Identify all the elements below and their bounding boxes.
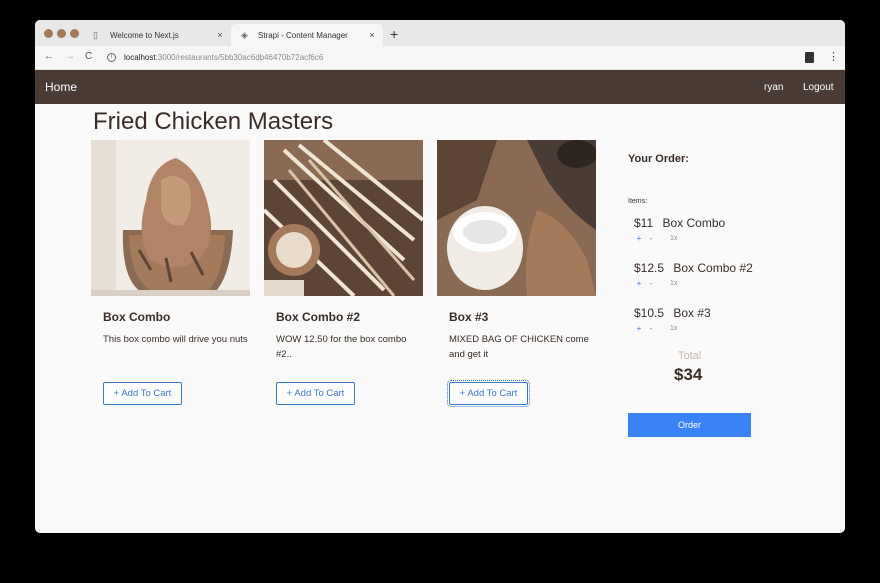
add-to-cart-button[interactable]: + Add To Cart bbox=[103, 382, 182, 405]
dish-name: Box #3 bbox=[449, 310, 489, 324]
dish-description: WOW 12.50 for the box combo #2.. bbox=[276, 334, 407, 360]
item-name: Box #3 bbox=[673, 306, 711, 320]
add-to-cart-button[interactable]: + Add To Cart bbox=[276, 382, 355, 405]
decrease-quantity-button[interactable]: - bbox=[646, 279, 656, 288]
logout-link[interactable]: Logout bbox=[803, 82, 834, 93]
document-icon: ▯ bbox=[93, 29, 98, 40]
dish-card: Box Combo This box combo will drive you … bbox=[91, 140, 250, 405]
order-item: $12.5 Box Combo #2 + - 1x bbox=[634, 261, 794, 288]
page-title: Fried Chicken Masters bbox=[93, 108, 334, 135]
browser-window: ▯ Welcome to Next.js × ◈ Strapi - Conten… bbox=[35, 20, 845, 533]
add-to-cart-button[interactable]: + Add To Cart bbox=[447, 380, 530, 407]
order-panel: Your Order: Items: $11 Box Combo + - 1x … bbox=[628, 153, 798, 437]
browser-menu-icon[interactable]: ⋮ bbox=[828, 50, 839, 64]
total-label: Total bbox=[678, 350, 702, 362]
items-label: Items: bbox=[628, 198, 648, 205]
order-item: $11 Box Combo + - 1x bbox=[634, 216, 794, 243]
info-icon[interactable]: i bbox=[107, 52, 116, 62]
close-window-button[interactable] bbox=[44, 29, 53, 38]
new-tab-button[interactable]: + bbox=[390, 27, 398, 41]
dish-description: MIXED BAG OF CHICKEN come and get it bbox=[449, 334, 589, 360]
url-field[interactable]: i localhost:3000/restaurants/5bb30ac6db4… bbox=[107, 51, 323, 63]
increase-quantity-button[interactable]: + bbox=[634, 279, 644, 288]
dish-image-box-combo bbox=[91, 140, 250, 296]
item-price: $12.5 bbox=[634, 261, 665, 275]
total-value: $34 bbox=[674, 365, 703, 384]
strapi-icon: ◈ bbox=[241, 29, 248, 40]
item-quantity: 1x bbox=[670, 280, 678, 287]
decrease-quantity-button[interactable]: - bbox=[646, 324, 656, 333]
tab-strapi[interactable]: ◈ Strapi - Content Manager × bbox=[231, 24, 383, 46]
browser-titlebar: ▯ Welcome to Next.js × ◈ Strapi - Conten… bbox=[35, 20, 845, 46]
item-quantity: 1x bbox=[670, 235, 678, 242]
url-path: :3000/restaurants/5bb30ac6db46470b72acf6… bbox=[155, 52, 324, 62]
reload-icon[interactable]: C bbox=[85, 51, 92, 63]
order-title: Your Order: bbox=[628, 153, 689, 165]
username: ryan bbox=[764, 82, 784, 93]
url-host: localhost bbox=[124, 52, 156, 62]
address-bar: ← → C i localhost:3000/restaurants/5bb30… bbox=[35, 46, 845, 70]
dish-name: Box Combo bbox=[103, 310, 171, 324]
item-name: Box Combo #2 bbox=[673, 261, 753, 275]
order-button[interactable]: Order bbox=[628, 413, 751, 437]
dish-description: This box combo will drive you nuts bbox=[103, 334, 248, 345]
dish-card: Box #3 MIXED BAG OF CHICKEN come and get… bbox=[437, 140, 596, 407]
item-price: $10.5 bbox=[634, 306, 665, 320]
dish-name: Box Combo #2 bbox=[276, 310, 361, 324]
tab-nextjs[interactable]: ▯ Welcome to Next.js × bbox=[83, 24, 231, 46]
decrease-quantity-button[interactable]: - bbox=[646, 234, 656, 243]
maximize-window-button[interactable] bbox=[70, 29, 79, 38]
minimize-window-button[interactable] bbox=[57, 29, 66, 38]
dish-image-box-3 bbox=[437, 140, 596, 296]
close-tab-icon[interactable]: × bbox=[215, 30, 225, 40]
close-tab-icon[interactable]: × bbox=[367, 30, 377, 40]
item-price: $11 bbox=[634, 216, 654, 230]
item-quantity: 1x bbox=[670, 325, 678, 332]
dish-card: Box Combo #2 WOW 12.50 for the box combo… bbox=[264, 140, 423, 405]
extension-icon[interactable] bbox=[805, 52, 814, 63]
tab-title: Strapi - Content Manager bbox=[258, 30, 348, 40]
dish-image-box-combo-2 bbox=[264, 140, 423, 296]
site-navbar: Home ryan Logout bbox=[35, 70, 845, 104]
increase-quantity-button[interactable]: + bbox=[634, 234, 644, 243]
item-name: Box Combo bbox=[662, 216, 726, 230]
back-icon[interactable]: ← bbox=[44, 51, 54, 63]
forward-icon[interactable]: → bbox=[65, 51, 75, 63]
home-link[interactable]: Home bbox=[45, 80, 77, 94]
increase-quantity-button[interactable]: + bbox=[634, 324, 644, 333]
order-item: $10.5 Box #3 + - 1x bbox=[634, 306, 794, 333]
tab-title: Welcome to Next.js bbox=[110, 30, 179, 40]
